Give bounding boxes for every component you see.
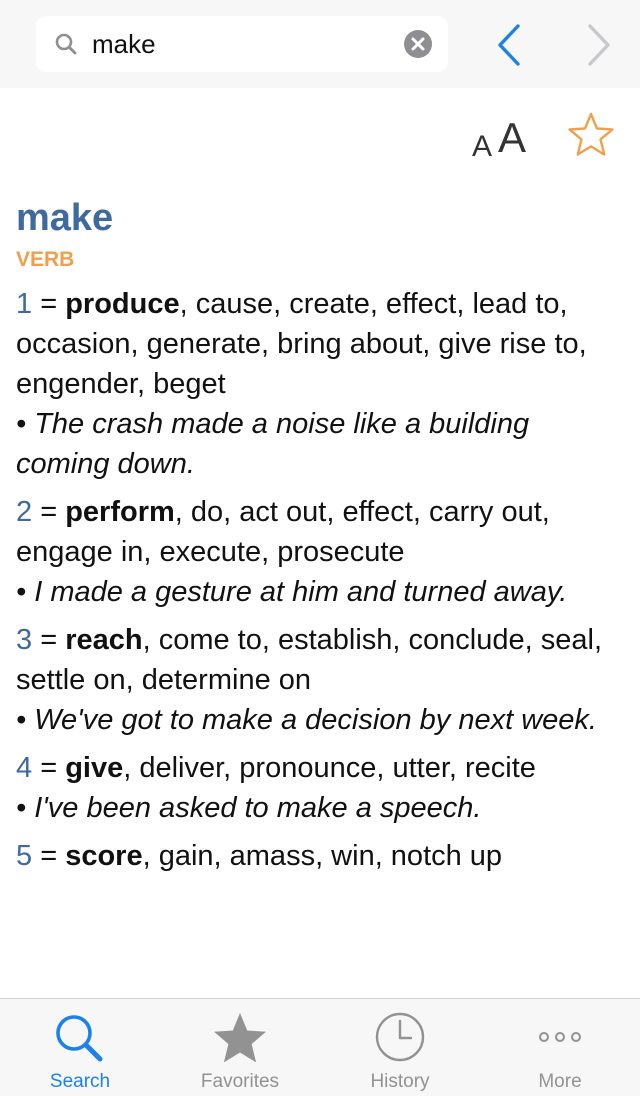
sense-number: 5 [16, 840, 33, 872]
tab-more[interactable]: More [480, 999, 640, 1096]
font-size-large-label: A [498, 114, 527, 161]
chevron-left-icon[interactable] [490, 20, 530, 70]
tab-history[interactable]: History [320, 999, 480, 1096]
sense-item: 5 = score, gain, amass, win, notch up [16, 836, 624, 876]
search-input[interactable] [92, 24, 392, 64]
sense-main-synonym[interactable]: perform [65, 496, 175, 528]
sense-item: 2 = perform, do, act out, effect, carry … [16, 492, 624, 612]
tab-bar: Search Favorites History More [0, 998, 640, 1096]
sense-number: 1 [16, 288, 33, 320]
sense-example: • We've got to make a decision by next w… [16, 704, 597, 736]
clear-search-icon[interactable] [404, 30, 432, 58]
tab-search[interactable]: Search [0, 999, 160, 1096]
sense-main-synonym[interactable]: score [65, 840, 142, 872]
sense-synonyms: , gain, amass, win, notch up [142, 840, 503, 872]
font-size-small-label: A [472, 130, 493, 163]
sense-item: 4 = give, deliver, pronounce, utter, rec… [16, 748, 624, 828]
clock-icon [375, 1012, 425, 1062]
chevron-right-icon[interactable] [578, 20, 618, 70]
sense-example: • I've been asked to make a speech. [16, 792, 482, 824]
headword: make [16, 197, 114, 239]
tab-label: Search [49, 1071, 111, 1092]
sense-equals: = [32, 624, 66, 656]
sense-example: • The crash made a noise like a building… [16, 408, 530, 480]
sense-synonyms: , deliver, pronounce, utter, recite [123, 752, 536, 784]
sense-main-synonym[interactable]: reach [65, 624, 142, 656]
tab-label: More [538, 1071, 582, 1092]
sense-number: 4 [16, 752, 33, 784]
search-box[interactable] [36, 16, 448, 72]
sense-main-synonym[interactable]: produce [65, 288, 179, 320]
sense-main-synonym[interactable]: give [65, 752, 123, 784]
sense-item: 1 = produce, cause, create, effect, lead… [16, 284, 624, 484]
sense-number: 3 [16, 624, 33, 656]
search-icon [56, 1015, 103, 1062]
sense-equals: = [32, 288, 66, 320]
sense-example: • I made a gesture at him and turned awa… [16, 576, 568, 608]
tab-label: Favorites [200, 1071, 280, 1092]
more-icon [539, 1032, 581, 1042]
entry-content: make VERB 1 = produce, cause, create, ef… [16, 192, 624, 998]
tab-label: History [370, 1071, 430, 1092]
sense-equals: = [32, 840, 66, 872]
search-icon [55, 33, 77, 55]
sense-number: 2 [16, 496, 33, 528]
dictionary-app: A A make VERB 1 = produce, cause, create… [0, 0, 640, 1096]
sense-equals: = [32, 496, 66, 528]
sense-item: 3 = reach, come to, establish, conclude,… [16, 620, 624, 740]
tab-favorites[interactable]: Favorites [160, 999, 320, 1096]
part-of-speech: VERB [16, 248, 75, 271]
font-size-button[interactable]: A A [470, 112, 534, 163]
sense-equals: = [32, 752, 66, 784]
star-icon [214, 1013, 266, 1063]
top-bar [0, 0, 640, 88]
favorite-star-icon[interactable] [566, 110, 616, 160]
